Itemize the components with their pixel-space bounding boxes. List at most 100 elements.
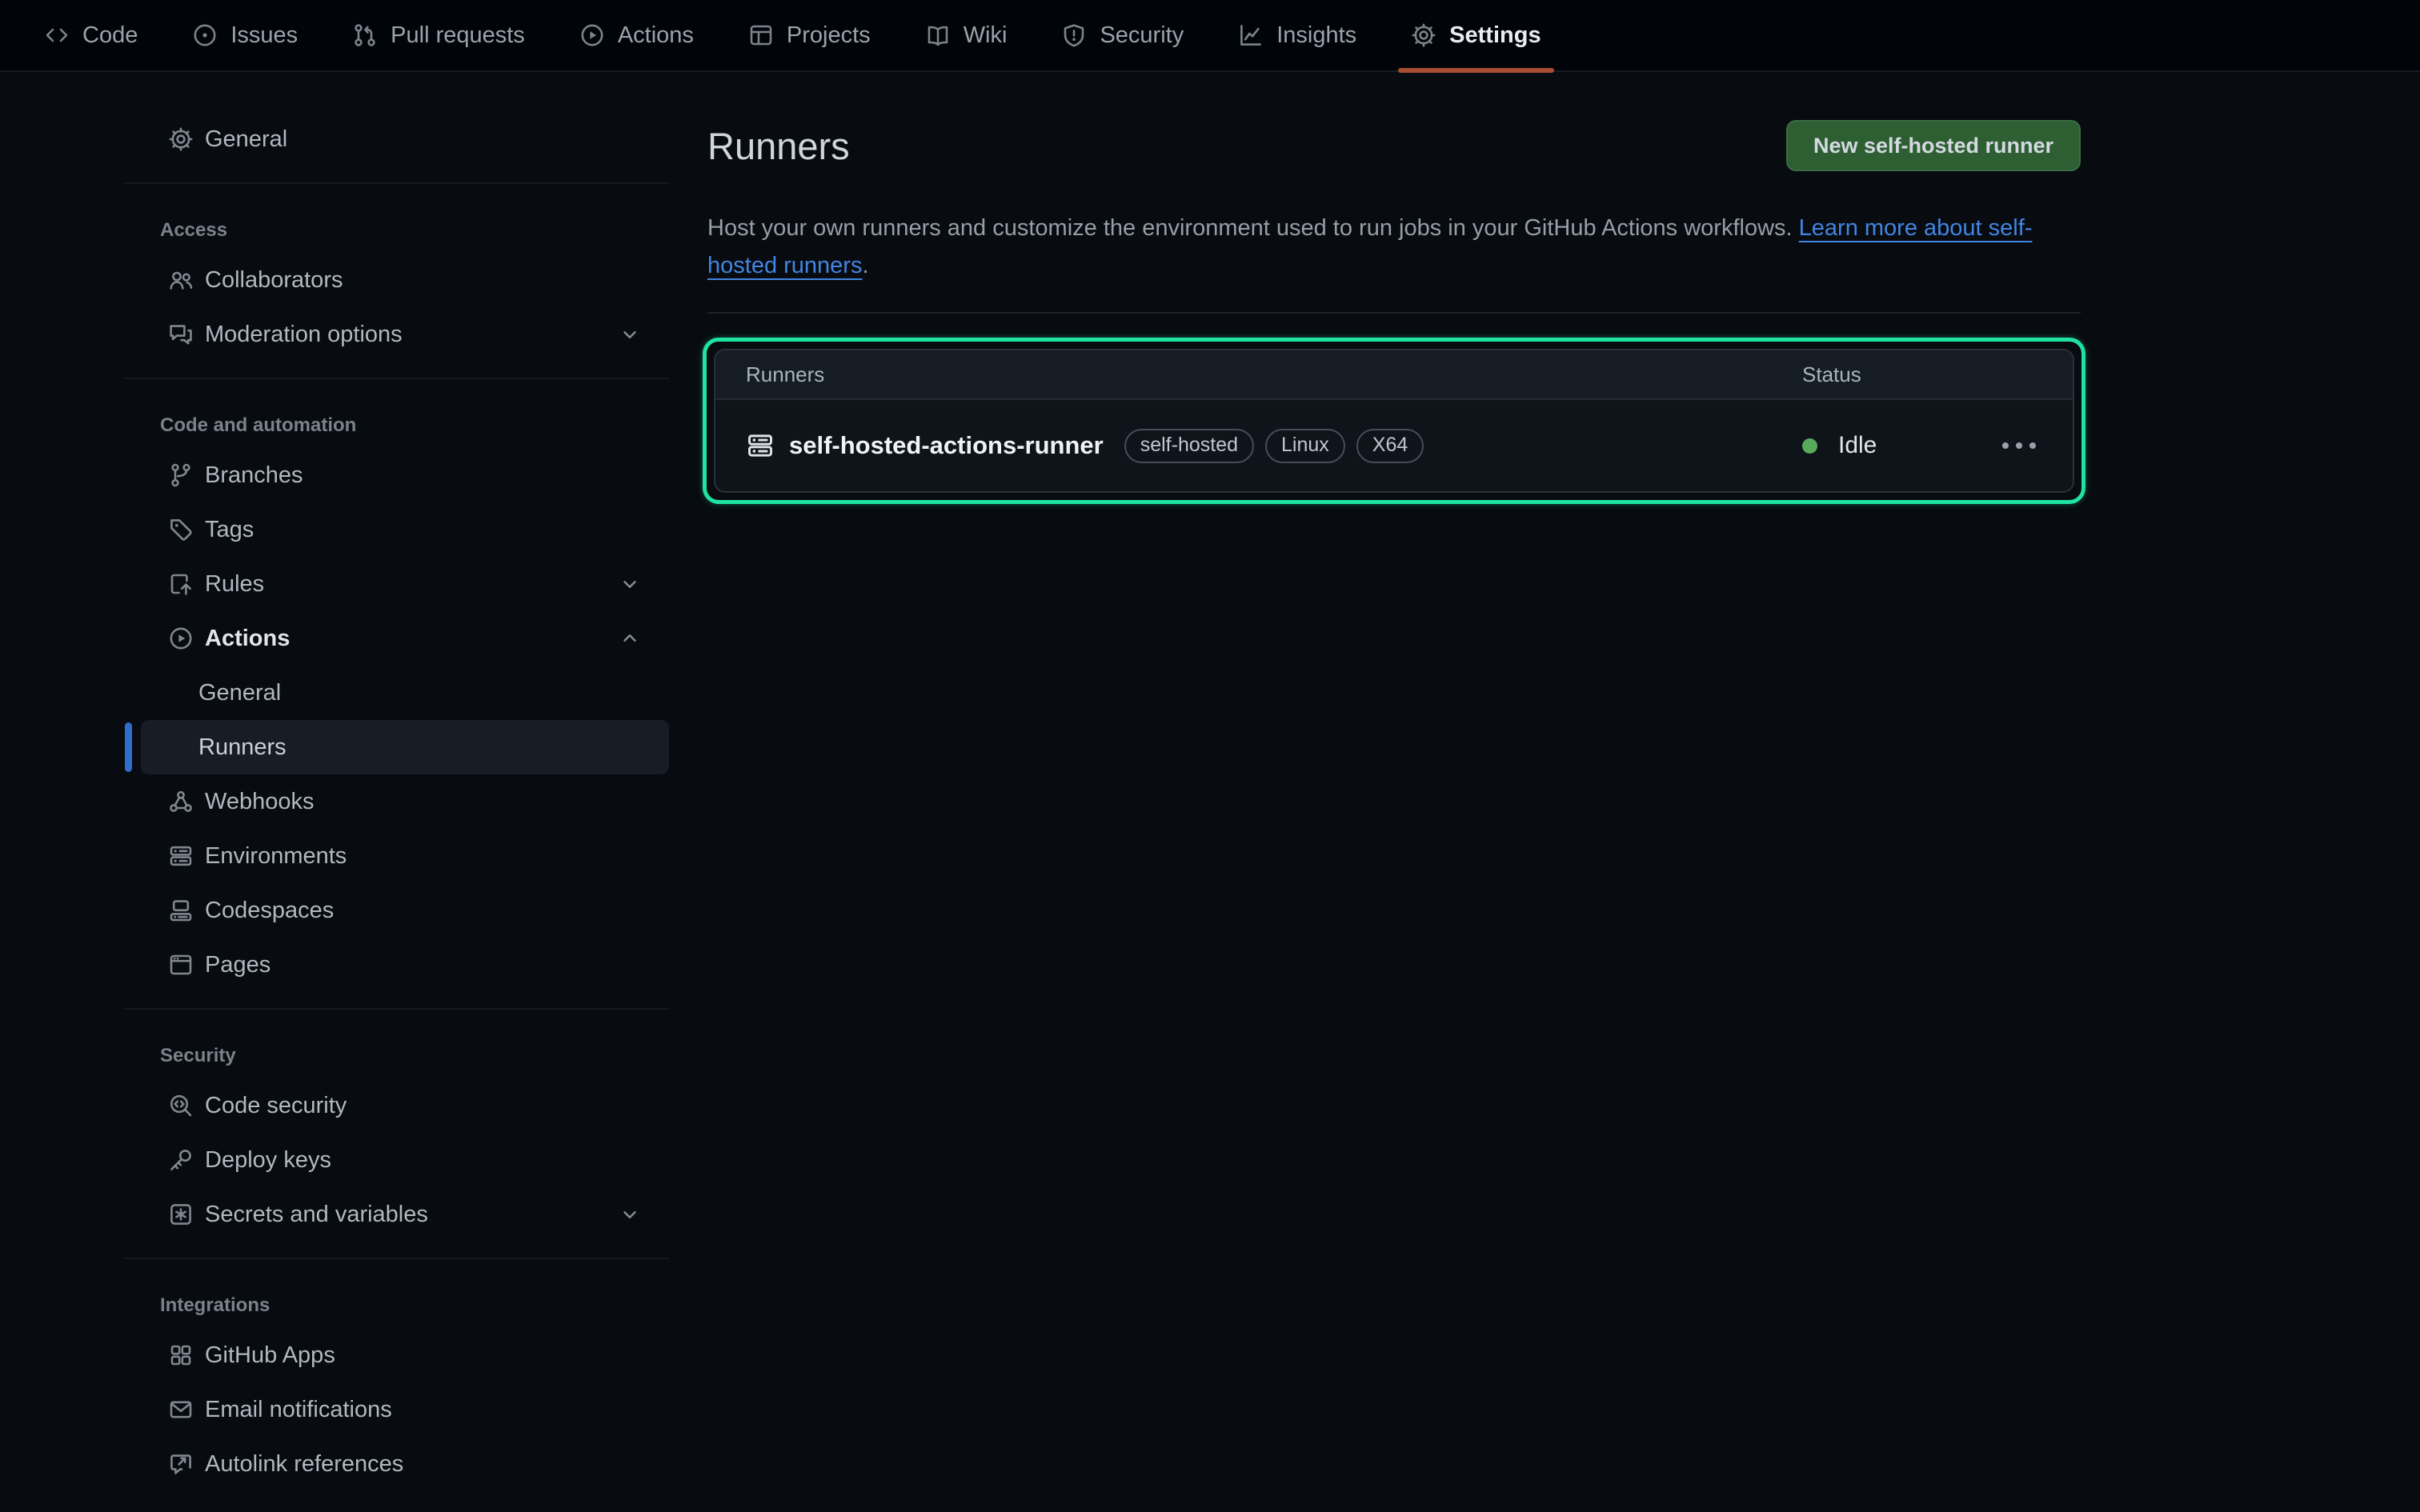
runner-row: self-hosted-actions-runner self-hosted L… <box>715 400 2073 491</box>
tab-label: Security <box>1100 22 1184 49</box>
sidebar-item-label: Email notifications <box>205 1397 392 1423</box>
sidebar-divider <box>125 1008 669 1010</box>
tab-wiki[interactable]: Wiki <box>912 0 1020 71</box>
sidebar-item-webhooks[interactable]: Webhooks <box>141 774 669 829</box>
sidebar-item-autolink-references[interactable]: Autolink references <box>141 1437 669 1491</box>
sidebar-item-label: Deploy keys <box>205 1147 331 1174</box>
runner-label-badge: Linux <box>1265 429 1345 463</box>
codespaces-icon <box>168 898 194 923</box>
description-period: . <box>862 253 868 278</box>
tag-icon <box>168 517 194 542</box>
sidebar-item-tags[interactable]: Tags <box>141 502 669 557</box>
repo-tab-bar: Code Issues Pull requests Actions Projec… <box>0 0 2420 72</box>
sidebar-item-label: Branches <box>205 462 303 489</box>
tab-insights[interactable]: Insights <box>1225 0 1369 71</box>
sidebar-item-label: Rules <box>205 571 264 598</box>
tab-label: Issues <box>230 22 298 49</box>
server-icon <box>168 843 194 869</box>
sidebar-item-label: Environments <box>205 843 347 870</box>
shield-icon <box>1061 22 1087 48</box>
sidebar-item-label: GitHub Apps <box>205 1342 335 1369</box>
tab-security[interactable]: Security <box>1048 0 1196 71</box>
runner-label-badge: self-hosted <box>1124 429 1254 463</box>
sidebar-item-actions-general[interactable]: General <box>141 666 669 720</box>
page-title: Runners <box>707 124 850 168</box>
runners-description: Host your own runners and customize the … <box>707 210 2081 285</box>
comment-discussion-icon <box>168 322 194 347</box>
runner-status: Idle <box>1838 432 1877 459</box>
sidebar-item-label: Secrets and variables <box>205 1202 428 1228</box>
issue-opened-icon <box>192 22 218 48</box>
sidebar-divider <box>125 378 669 379</box>
column-header-status: Status <box>1802 362 2042 387</box>
runners-settings-page: Runners New self-hosted runner Host your… <box>707 72 2081 504</box>
chevron-down-icon <box>619 324 640 345</box>
sidebar-item-actions-runners[interactable]: Runners <box>141 720 669 774</box>
sidebar-item-label: Collaborators <box>205 267 343 294</box>
annotation-highlight-box: Runners Status self-hosted-actions-runne… <box>703 338 2085 504</box>
tab-label: Settings <box>1449 22 1541 49</box>
sidebar-item-environments[interactable]: Environments <box>141 829 669 883</box>
tab-code[interactable]: Code <box>31 0 150 71</box>
sidebar-item-code-security[interactable]: Code security <box>141 1078 669 1133</box>
chevron-down-icon <box>619 1204 640 1225</box>
sidebar-item-email-notifications[interactable]: Email notifications <box>141 1382 669 1437</box>
sidebar-item-codespaces[interactable]: Codespaces <box>141 883 669 938</box>
runners-table-header: Runners Status <box>715 350 2073 400</box>
browser-icon <box>168 952 194 978</box>
chevron-up-icon <box>619 628 640 649</box>
tab-label: Wiki <box>964 22 1008 49</box>
column-header-runners: Runners <box>746 362 1802 387</box>
section-divider <box>707 312 2081 314</box>
server-icon <box>746 431 775 460</box>
sidebar-divider <box>125 1258 669 1259</box>
sidebar-item-label: Webhooks <box>205 789 315 815</box>
tab-label: Actions <box>618 22 694 49</box>
tab-actions[interactable]: Actions <box>567 0 707 71</box>
sidebar-item-moderation-options[interactable]: Moderation options <box>141 307 669 362</box>
tab-label: Pull requests <box>391 22 525 49</box>
play-icon <box>168 626 194 651</box>
tab-pull-requests[interactable]: Pull requests <box>339 0 538 71</box>
tab-projects[interactable]: Projects <box>735 0 883 71</box>
sidebar-item-github-apps[interactable]: GitHub Apps <box>141 1328 669 1382</box>
sidebar-item-branches[interactable]: Branches <box>141 448 669 502</box>
sidebar-item-label: General <box>205 126 287 153</box>
table-icon <box>748 22 774 48</box>
sidebar-divider <box>125 182 669 184</box>
runner-actions-kebab-menu[interactable] <box>1999 434 2039 457</box>
sidebar-item-label: Moderation options <box>205 322 403 348</box>
tab-label: Projects <box>787 22 871 49</box>
sidebar-item-label: Tags <box>205 517 254 543</box>
sidebar-section-header: Integrations <box>125 1275 669 1328</box>
sidebar-section-header: Access <box>125 200 669 253</box>
runner-label-badge: X64 <box>1356 429 1424 463</box>
sidebar-item-deploy-keys[interactable]: Deploy keys <box>141 1133 669 1187</box>
asterisk-box-icon <box>168 1202 194 1227</box>
tab-settings[interactable]: Settings <box>1398 0 1553 71</box>
new-self-hosted-runner-button[interactable]: New self-hosted runner <box>1786 120 2081 171</box>
mail-icon <box>168 1397 194 1422</box>
description-text: Host your own runners and customize the … <box>707 215 1793 241</box>
tab-issues[interactable]: Issues <box>179 0 311 71</box>
sidebar-item-label: Code security <box>205 1093 347 1119</box>
key-icon <box>168 1147 194 1173</box>
sidebar-item-pages[interactable]: Pages <box>141 938 669 992</box>
sidebar-item-rules[interactable]: Rules <box>141 557 669 611</box>
code-icon <box>44 22 70 48</box>
gear-icon <box>168 126 194 152</box>
cross-reference-icon <box>168 1451 194 1477</box>
tab-label: Code <box>82 22 138 49</box>
sidebar-item-label: General <box>198 680 281 706</box>
apps-grid-icon <box>168 1342 194 1368</box>
sidebar-item-collaborators[interactable]: Collaborators <box>141 253 669 307</box>
git-branch-icon <box>168 462 194 488</box>
sidebar-section-header: Security <box>125 1026 669 1078</box>
sidebar-item-actions[interactable]: Actions <box>141 611 669 666</box>
sidebar-item-label: Runners <box>198 734 286 761</box>
sidebar-item-label: Pages <box>205 952 270 978</box>
sidebar-item-general[interactable]: General <box>141 112 669 166</box>
webhook-icon <box>168 789 194 814</box>
runner-name-link[interactable]: self-hosted-actions-runner <box>789 431 1104 460</box>
sidebar-item-secrets-and-variables[interactable]: Secrets and variables <box>141 1187 669 1242</box>
